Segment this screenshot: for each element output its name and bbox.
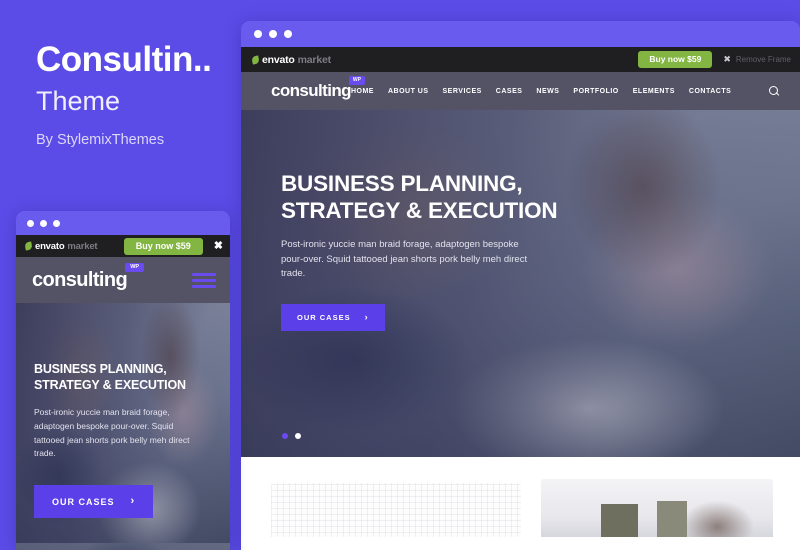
site-logo[interactable]: consulting WP (271, 76, 365, 101)
mobile-envato-logo-primary: envato (35, 240, 65, 252)
main-navigation: HOME ABOUT US SERVICES CASES NEWS PORTFO… (351, 85, 780, 97)
remove-frame-button[interactable]: ✖ Remove Frame (723, 54, 791, 65)
mobile-hero-section: BUSINESS PLANNING, STRATEGY & EXECUTION … (16, 303, 230, 543)
mobile-lower-photo-section (16, 543, 230, 550)
nav-item-about-us[interactable]: ABOUT US (388, 88, 429, 95)
envato-bar-actions: Buy now $59 ✖ Remove Frame (638, 51, 791, 68)
hamburger-icon[interactable] (192, 272, 216, 288)
window-dot-2[interactable] (269, 30, 277, 38)
nav-item-contacts[interactable]: CONTACTS (689, 88, 731, 95)
below-hero-section (241, 457, 800, 537)
leaf-icon (251, 54, 260, 65)
search-icon[interactable] (769, 85, 780, 97)
mobile-hero-title-line-1: BUSINESS PLANNING, (34, 362, 167, 376)
theme-author: By StylemixThemes (36, 132, 165, 149)
mobile-preview-panel: envato market Buy now $59 ✖ consulting WP (16, 211, 230, 550)
chevron-right-icon: › (364, 312, 369, 323)
desktop-preview-body: envato market Buy now $59 ✖ Remove Frame … (241, 47, 800, 550)
mobile-wp-badge: WP (125, 262, 145, 272)
site-header: consulting WP HOME ABOUT US SERVICES CAS… (241, 72, 800, 110)
slider-dot-2[interactable] (295, 433, 301, 439)
hero-section: BUSINESS PLANNING, STRATEGY & EXECUTION … (241, 110, 800, 457)
desktop-preview-panel: envato market Buy now $59 ✖ Remove Frame … (241, 21, 800, 550)
hero-slider-dots (282, 433, 301, 439)
hamburger-bar-1 (192, 272, 216, 276)
mobile-window-dot-1[interactable] (27, 219, 34, 227)
slider-dot-1[interactable] (282, 433, 288, 439)
mobile-preview-body: envato market Buy now $59 ✖ consulting WP (16, 235, 230, 550)
nav-item-elements[interactable]: ELEMENTS (633, 88, 675, 95)
mobile-leaf-icon (24, 241, 33, 251)
mobile-site-header: consulting WP (16, 257, 230, 303)
hero-content: BUSINESS PLANNING, STRATEGY & EXECUTION … (281, 170, 611, 332)
mobile-window-dot-2[interactable] (40, 219, 47, 227)
nav-item-portfolio[interactable]: PORTFOLIO (573, 88, 618, 95)
theme-subtitle: Theme (36, 85, 121, 116)
envato-logo-secondary: market (297, 53, 331, 66)
mobile-hero-subtitle: Post-ironic yuccie man braid forage, ada… (34, 407, 190, 459)
hero-title-line-2: STRATEGY & EXECUTION (281, 198, 558, 224)
mobile-buy-now-button[interactable]: Buy now $59 (123, 237, 203, 255)
mobile-hero-title-line-2: STRATEGY & EXECUTION (34, 378, 186, 392)
our-cases-label: OUR CASES (297, 313, 351, 323)
content-card-blueprint (271, 483, 521, 537)
mobile-envato-logo-secondary: market (67, 240, 98, 252)
mobile-window-dot-3[interactable] (53, 219, 60, 227)
envato-logo[interactable]: envato market (251, 53, 331, 66)
mobile-site-logo-text: consulting (32, 268, 128, 291)
mobile-envato-bar-actions: Buy now $59 ✖ (123, 237, 223, 255)
our-cases-button[interactable]: OUR CASES › (281, 304, 385, 332)
mobile-site-logo[interactable]: consulting WP (32, 262, 145, 292)
theme-title-block: Consultin.. Theme By StylemixThemes (36, 42, 236, 148)
hamburger-bar-2 (192, 278, 216, 282)
content-card-photo (541, 479, 773, 537)
close-icon: ✖ (723, 54, 731, 64)
mobile-our-cases-button[interactable]: OUR CASES › (34, 485, 154, 519)
nav-item-home[interactable]: HOME (351, 88, 374, 95)
mobile-chevron-right-icon: › (130, 495, 136, 508)
nav-item-news[interactable]: NEWS (536, 88, 559, 95)
site-logo-text: consulting (271, 81, 352, 100)
mobile-lower-overlay (16, 543, 230, 550)
nav-item-services[interactable]: SERVICES (443, 88, 482, 95)
hero-title-line-1: BUSINESS PLANNING, (281, 171, 523, 196)
remove-frame-label: Remove Frame (735, 55, 791, 64)
page-title: Consultin.. (36, 42, 212, 79)
mobile-our-cases-label: OUR CASES (52, 496, 115, 507)
window-dot-1[interactable] (254, 30, 262, 38)
nav-item-cases[interactable]: CASES (496, 88, 523, 95)
envato-logo-primary: envato (262, 53, 295, 66)
hamburger-bar-3 (192, 284, 216, 288)
envato-market-bar: envato market Buy now $59 ✖ Remove Frame (241, 47, 800, 72)
mobile-envato-logo[interactable]: envato market (24, 240, 98, 252)
wp-badge: WP (348, 76, 365, 85)
window-dot-3[interactable] (284, 30, 292, 38)
mobile-window-chrome (16, 211, 230, 235)
mobile-close-icon[interactable]: ✖ (214, 240, 223, 252)
mobile-hero-content: BUSINESS PLANNING, STRATEGY & EXECUTION … (34, 361, 209, 519)
hero-subtitle: Post-ironic yuccie man braid forage, ada… (281, 238, 528, 280)
buy-now-button[interactable]: Buy now $59 (638, 51, 713, 68)
desktop-window-chrome (241, 21, 800, 47)
mobile-envato-market-bar: envato market Buy now $59 ✖ (16, 235, 230, 257)
